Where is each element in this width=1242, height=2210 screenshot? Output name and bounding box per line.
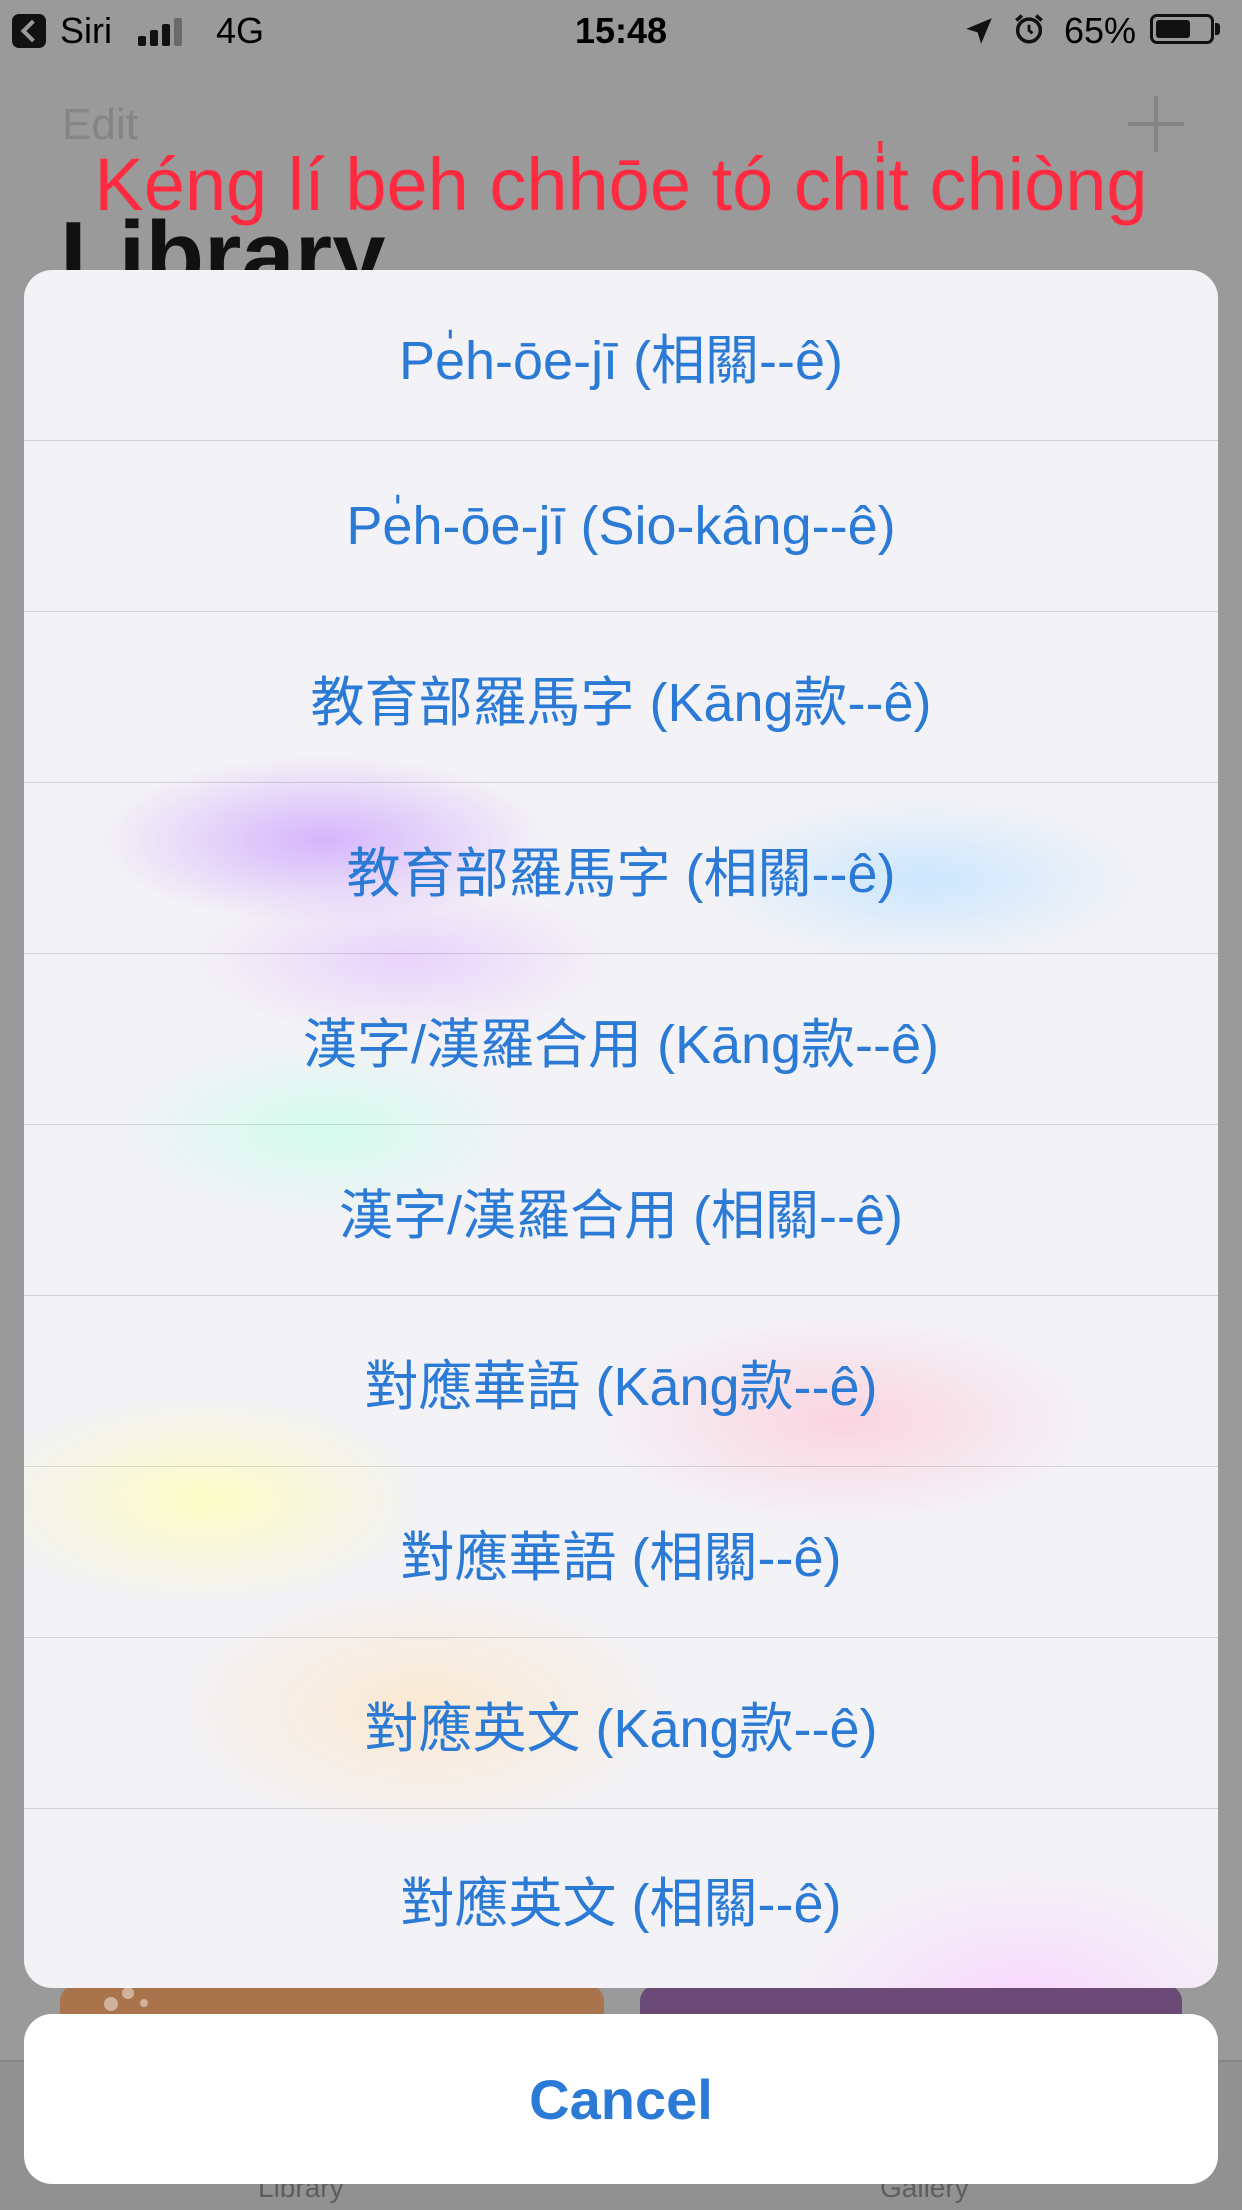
action-item-mandarin-same[interactable]: 對應華語 (Kāng款--ê) bbox=[24, 1296, 1218, 1467]
battery-icon bbox=[1150, 14, 1214, 44]
battery-tip bbox=[1215, 23, 1220, 35]
action-item-hanji-same[interactable]: 漢字/漢羅合用 (Kāng款--ê) bbox=[24, 954, 1218, 1125]
location-arrow-icon bbox=[966, 18, 992, 44]
action-item-poj-related[interactable]: Pe̍h-ōe-jī (相關--ê) bbox=[24, 270, 1218, 441]
alarm-icon bbox=[1015, 14, 1043, 44]
action-item-tl-same[interactable]: 教育部羅馬字 (Kāng款--ê) bbox=[24, 612, 1218, 783]
action-item-english-related[interactable]: 對應英文 (相關--ê) bbox=[24, 1809, 1218, 1988]
clock: 15:48 bbox=[574, 10, 668, 51]
action-item-hanji-related[interactable]: 漢字/漢羅合用 (相關--ê) bbox=[24, 1125, 1218, 1296]
action-item-poj-same[interactable]: Pe̍h-ōe-jī (Sio-kâng--ê) bbox=[24, 441, 1218, 612]
cancel-button[interactable]: Cancel bbox=[24, 2014, 1218, 2184]
battery-percentage: 65% bbox=[1064, 10, 1137, 51]
card-dots-decoration bbox=[104, 1985, 164, 2015]
action-item-english-same[interactable]: 對應英文 (Kāng款--ê) bbox=[24, 1638, 1218, 1809]
action-item-tl-related[interactable]: 教育部羅馬字 (相關--ê) bbox=[24, 783, 1218, 954]
status-bar: Siri 4G 15:48 65% bbox=[0, 0, 1242, 60]
overlay-caption: Kéng lí beh chhōe tó chi̍t chiòng bbox=[94, 143, 1148, 226]
action-sheet: Pe̍h-ōe-jī (相關--ê) Pe̍h-ōe-jī (Sio-kâng-… bbox=[24, 270, 1218, 1988]
action-item-mandarin-related[interactable]: 對應華語 (相關--ê) bbox=[24, 1467, 1218, 1638]
